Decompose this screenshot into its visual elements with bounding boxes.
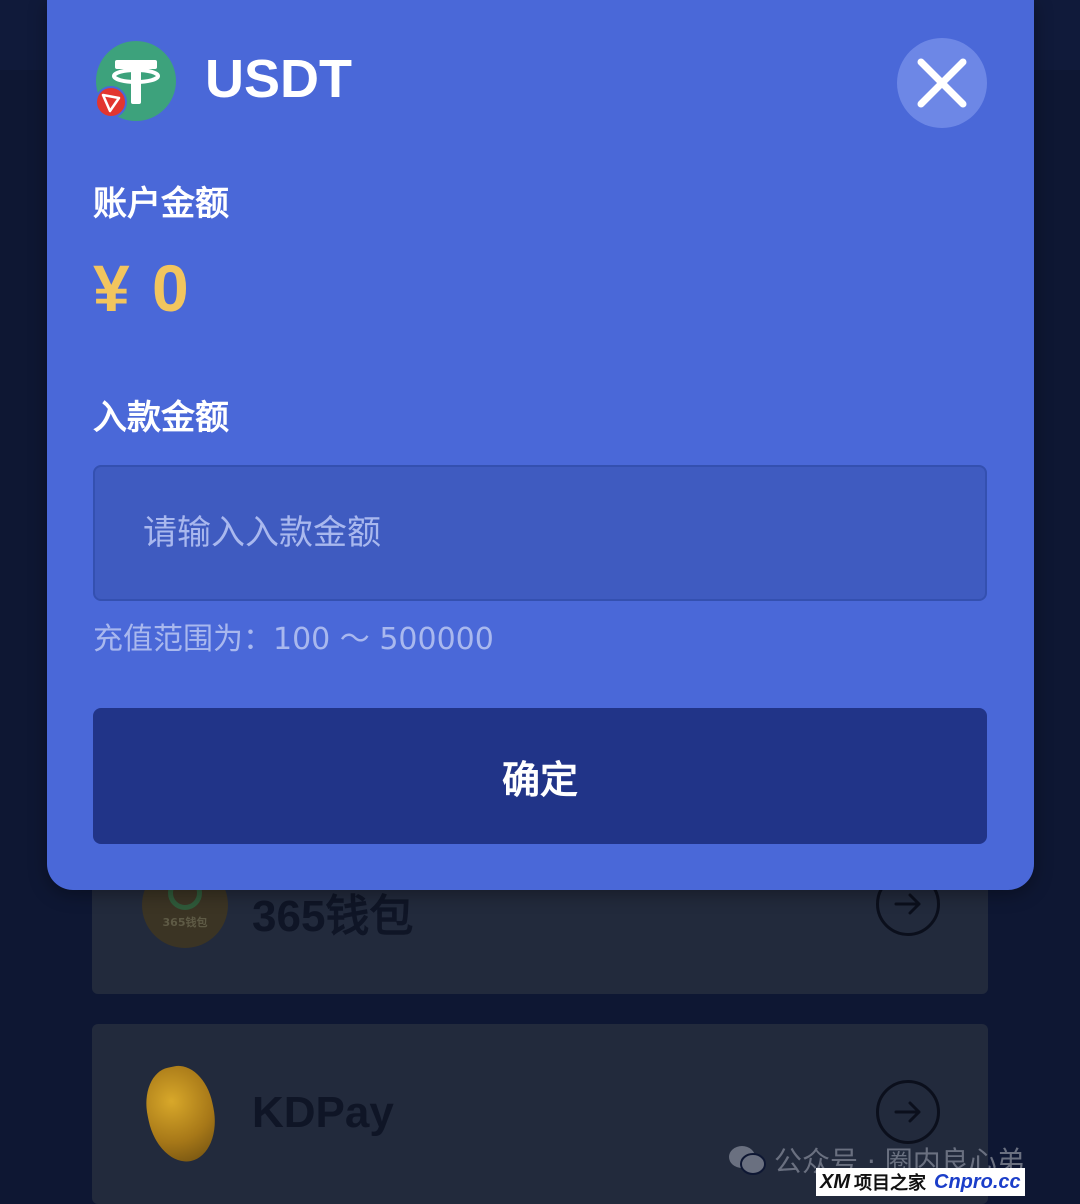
confirm-button[interactable]: 确定: [93, 708, 987, 844]
kdpay-logo-icon: [138, 1060, 224, 1168]
wallet-365-logo-text: 365钱包: [162, 916, 208, 929]
deposit-amount-label: 入款金额: [93, 398, 229, 438]
close-button[interactable]: [897, 38, 987, 128]
balance-label: 账户金额: [93, 184, 229, 224]
watermark-logo-xm: XM: [820, 1170, 850, 1193]
usdt-tron-icon: [95, 41, 176, 121]
close-icon: [917, 58, 967, 108]
deposit-modal: USDT 账户金额 ¥ 0 入款金额 充值范围为：100 ～ 500000 确定: [47, 0, 1034, 890]
wechat-icon: [729, 1146, 766, 1175]
watermark-logo-cn: Cnpro.cc: [934, 1170, 1021, 1193]
screen: 365钱包 365钱包 KDPay 公众号 · 圈内良心弟 XM 项目之家 Cn…: [0, 0, 1080, 1204]
balance-value: ¥ 0: [93, 251, 191, 325]
watermark-logo-zh: 项目之家: [854, 1173, 926, 1193]
arrow-right-icon[interactable]: [876, 1080, 940, 1144]
deposit-range-hint: 充值范围为：100 ～ 500000: [93, 622, 494, 657]
modal-title: USDT: [205, 49, 352, 109]
wallet-name: KDPay: [252, 1088, 394, 1137]
site-watermark-logo: XM 项目之家 Cnpro.cc: [816, 1168, 1025, 1196]
deposit-amount-input[interactable]: [93, 465, 987, 601]
